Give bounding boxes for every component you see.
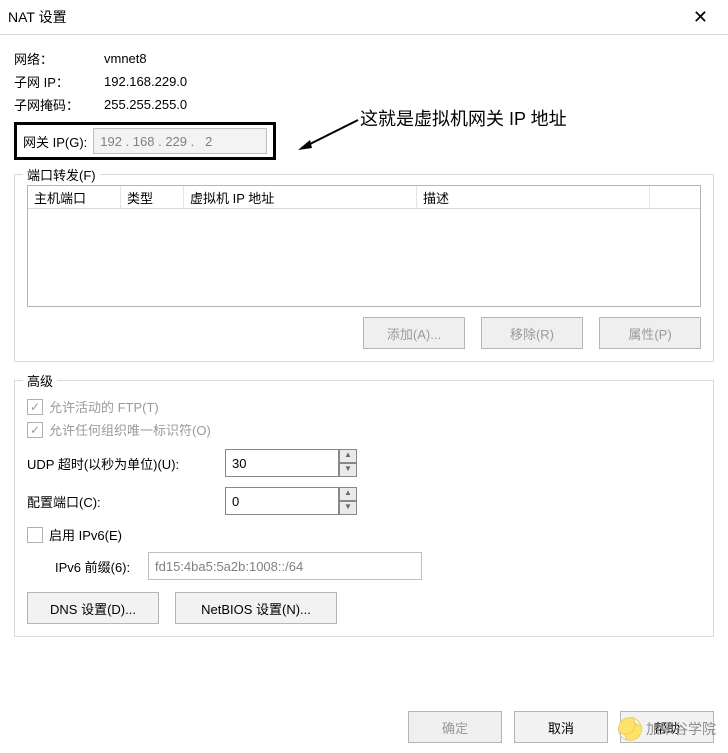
col-desc: 描述	[417, 186, 650, 208]
allow-ftp-checkbox[interactable]: ✓	[27, 399, 43, 415]
subnet-mask-value: 255.255.255.0	[104, 97, 187, 112]
allow-ftp-row: ✓ 允许活动的 FTP(T)	[27, 397, 701, 416]
gateway-highlight-box: 网关 IP(G):	[14, 122, 276, 160]
udp-timeout-label: UDP 超时(以秒为单位)(U):	[27, 454, 217, 473]
chevron-down-icon[interactable]: ▼	[339, 463, 357, 477]
enable-ipv6-row: ✓ 启用 IPv6(E)	[27, 525, 701, 544]
config-port-input[interactable]	[225, 487, 339, 515]
publisher-name: 加米谷学院	[646, 719, 716, 739]
publisher-watermark: 加米谷学院	[618, 717, 716, 741]
subnet-ip-value: 192.168.229.0	[104, 74, 187, 89]
allow-oui-row: ✓ 允许任何组织唯一标识符(O)	[27, 420, 701, 439]
udp-timeout-stepper[interactable]: ▲▼	[225, 449, 357, 477]
col-host-port: 主机端口	[28, 186, 121, 208]
col-type: 类型	[121, 186, 184, 208]
close-icon[interactable]: ✕	[681, 3, 720, 32]
cancel-button[interactable]: 取消	[514, 711, 608, 743]
port-forward-group: 端口转发(F) 主机端口 类型 虚拟机 IP 地址 描述 添加(A)... 移除…	[14, 174, 714, 362]
udp-timeout-input[interactable]	[225, 449, 339, 477]
annotation-arrow-icon	[296, 114, 366, 154]
ipv6-prefix-input[interactable]	[148, 552, 422, 580]
port-forward-table[interactable]: 主机端口 类型 虚拟机 IP 地址 描述	[27, 185, 701, 307]
netbios-settings-button[interactable]: NetBIOS 设置(N)...	[175, 592, 337, 624]
allow-oui-label: 允许任何组织唯一标识符(O)	[49, 420, 211, 439]
enable-ipv6-label: 启用 IPv6(E)	[49, 525, 122, 544]
subnet-mask-label: 子网掩码：	[14, 95, 104, 114]
subnet-ip-row: 子网 IP： 192.168.229.0	[14, 72, 714, 91]
remove-button[interactable]: 移除(R)	[481, 317, 583, 349]
advanced-group: 高级 ✓ 允许活动的 FTP(T) ✓ 允许任何组织唯一标识符(O) UDP 超…	[14, 380, 714, 637]
udp-timeout-row: UDP 超时(以秒为单位)(U): ▲▼	[27, 449, 701, 477]
config-port-label: 配置端口(C):	[27, 492, 117, 511]
config-port-stepper[interactable]: ▲▼	[225, 487, 357, 515]
advanced-title: 高级	[23, 371, 57, 390]
publisher-icon	[618, 717, 642, 741]
ok-button[interactable]: 确定	[408, 711, 502, 743]
allow-ftp-label: 允许活动的 FTP(T)	[49, 397, 159, 416]
table-header: 主机端口 类型 虚拟机 IP 地址 描述	[28, 186, 700, 209]
config-port-row: 配置端口(C): ▲▼	[27, 487, 701, 515]
network-label: 网络：	[14, 49, 104, 68]
enable-ipv6-checkbox[interactable]: ✓	[27, 527, 43, 543]
subnet-ip-label: 子网 IP：	[14, 72, 104, 91]
chevron-up-icon[interactable]: ▲	[339, 449, 357, 463]
properties-button[interactable]: 属性(P)	[599, 317, 701, 349]
col-vm-ip: 虚拟机 IP 地址	[184, 186, 417, 208]
nat-settings-window: NAT 设置 ✕ 网络： vmnet8 子网 IP： 192.168.229.0…	[0, 0, 728, 753]
add-button[interactable]: 添加(A)...	[363, 317, 465, 349]
port-forward-title: 端口转发(F)	[23, 165, 100, 184]
annotation-text: 这就是虚拟机网关 IP 地址	[360, 105, 567, 131]
allow-oui-checkbox[interactable]: ✓	[27, 422, 43, 438]
chevron-up-icon[interactable]: ▲	[339, 487, 357, 501]
gateway-ip-input[interactable]	[93, 128, 267, 154]
dns-settings-button[interactable]: DNS 设置(D)...	[27, 592, 159, 624]
gateway-label: 网关 IP(G):	[23, 132, 87, 151]
network-row: 网络： vmnet8	[14, 49, 714, 68]
ipv6-prefix-row: IPv6 前缀(6):	[55, 552, 701, 580]
ipv6-prefix-label: IPv6 前缀(6):	[55, 557, 140, 576]
title-bar: NAT 设置 ✕	[0, 0, 728, 35]
chevron-down-icon[interactable]: ▼	[339, 501, 357, 515]
network-value: vmnet8	[104, 51, 147, 66]
window-title: NAT 设置	[8, 7, 67, 27]
